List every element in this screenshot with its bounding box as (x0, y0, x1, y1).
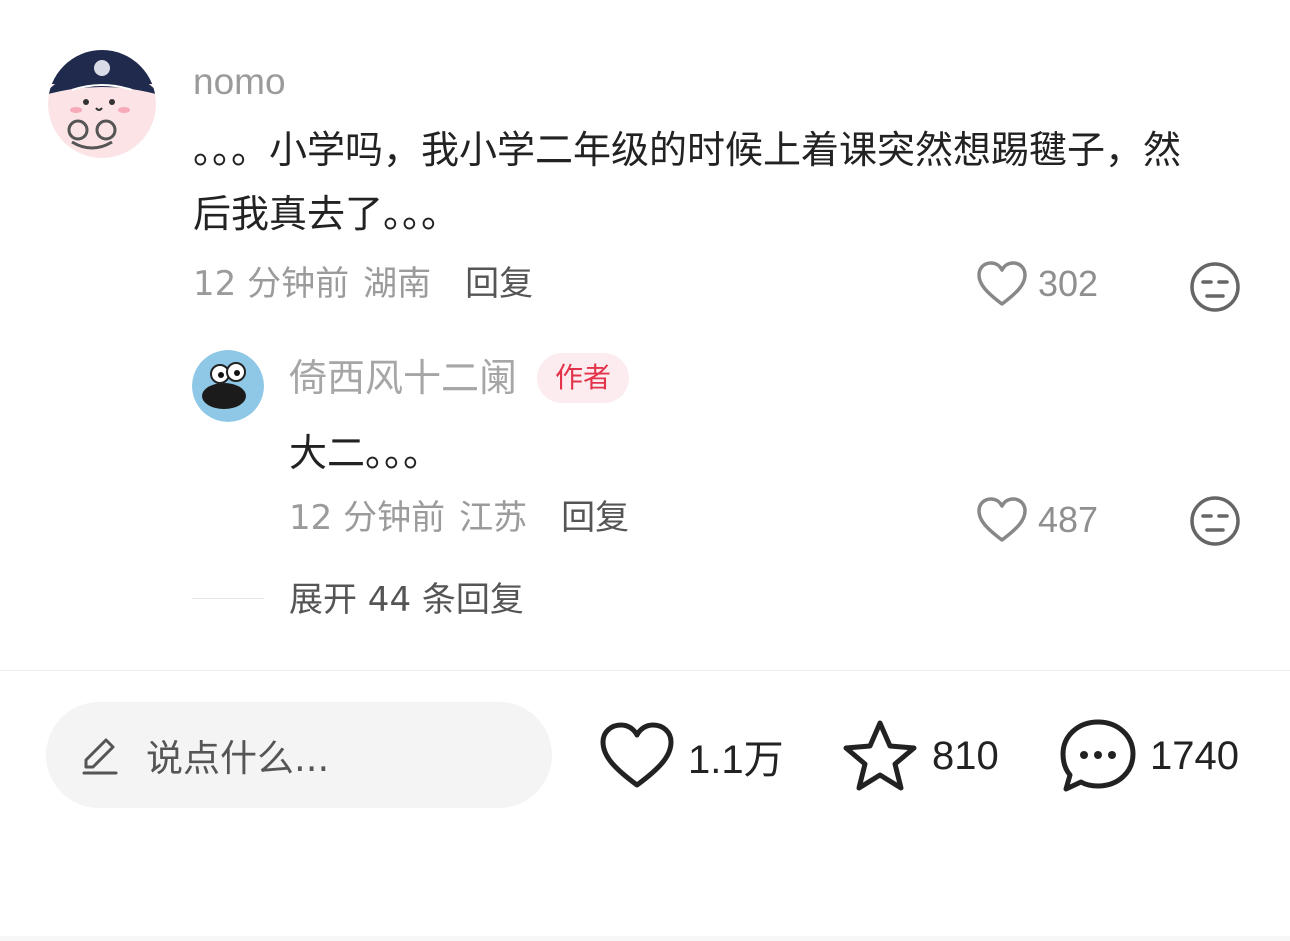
emoji-reaction-icon[interactable] (1189, 495, 1241, 547)
comment-like-count: 302 (1038, 263, 1099, 304)
post-like-count: 1.1万 (688, 738, 784, 782)
expand-replies-button[interactable]: 展开 44 条回复 (289, 576, 524, 624)
section-divider (0, 670, 1290, 671)
input-placeholder: 说点什么... (146, 737, 330, 780)
reply-meta: 12 分钟前 江苏 回复 (289, 494, 629, 542)
like-post-button[interactable]: 1.1万 (598, 716, 784, 796)
reply-text: 大二。。。 (289, 431, 442, 475)
reply-button[interactable]: 回复 (465, 260, 533, 308)
bottom-strip (0, 936, 1290, 941)
comment-like-button[interactable]: 302 (976, 260, 1098, 308)
reply-like-button[interactable]: 487 (976, 496, 1098, 544)
avatar[interactable] (48, 50, 156, 158)
reply-reply-button[interactable]: 回复 (561, 494, 629, 542)
comment-button[interactable]: 1740 (1058, 716, 1239, 796)
comment-count: 1740 (1150, 733, 1239, 778)
comment-text: 。。。小学吗，我小学二年级的时候上着课突然想踢毽子，然后我真去了。。。 (193, 128, 1182, 236)
favorite-count: 810 (932, 733, 999, 778)
pencil-icon (82, 738, 118, 775)
heart-icon (977, 261, 1027, 306)
author-badge: 作者 (537, 353, 630, 403)
comment-username[interactable]: nomo (193, 60, 286, 104)
comment-input[interactable]: 说点什么... (46, 702, 552, 808)
reply-avatar[interactable] (192, 350, 264, 422)
heart-icon (600, 722, 674, 788)
comment-meta: 12 分钟前 湖南 回复 (193, 260, 533, 308)
emoji-reaction-icon[interactable] (1189, 261, 1241, 313)
reply-time: 12 分钟前 (289, 498, 446, 538)
star-icon (843, 720, 917, 791)
comment-time: 12 分钟前 (193, 264, 350, 304)
reply-username[interactable]: 倚西风十二阑 (289, 353, 517, 403)
favorite-button[interactable]: 810 (840, 716, 999, 796)
comment-bubble-icon (1060, 719, 1136, 792)
reply-location: 江苏 (459, 498, 528, 538)
reply-header: 倚西风十二阑 作者 (289, 353, 630, 403)
reply-like-count: 487 (1038, 499, 1099, 540)
expand-divider (192, 598, 264, 599)
heart-icon (977, 497, 1027, 542)
comment-location: 湖南 (363, 264, 432, 304)
